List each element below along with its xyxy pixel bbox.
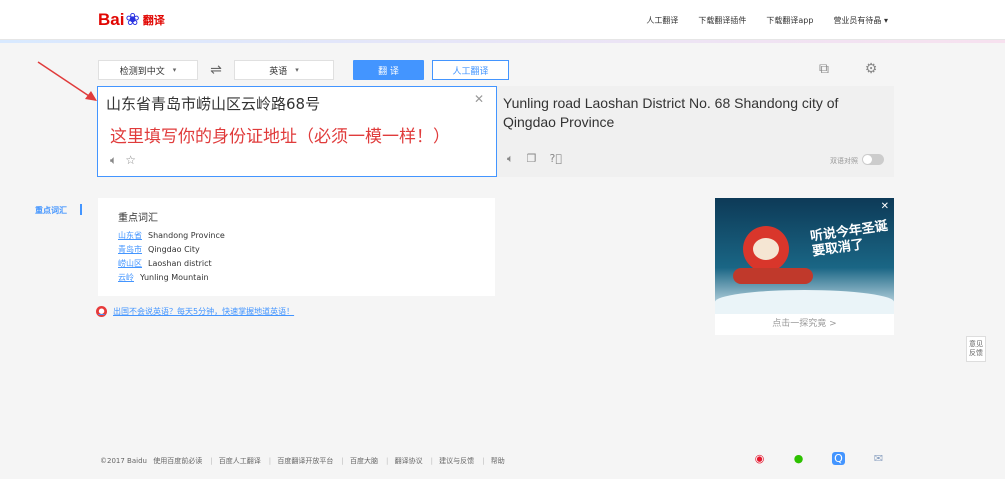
annotation-arrow [37,61,97,101]
